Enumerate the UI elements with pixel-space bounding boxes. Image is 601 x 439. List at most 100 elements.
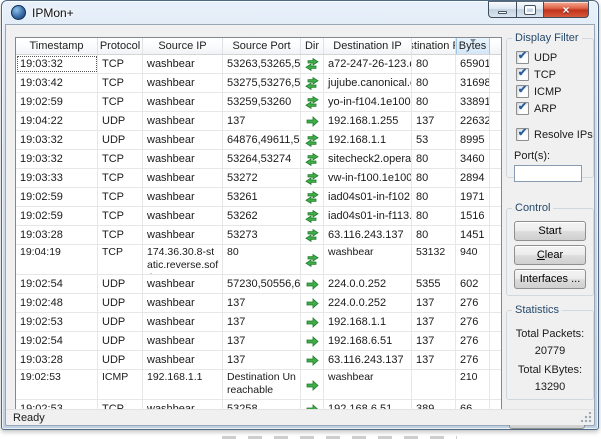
- cell-src[interactable]: washbear: [143, 332, 223, 350]
- dir-bidirectional-icon[interactable]: [301, 226, 324, 244]
- cell-src[interactable]: washbear: [143, 93, 223, 111]
- cell-sport[interactable]: 137: [223, 294, 301, 312]
- cell-dst[interactable]: 192.168.1.1: [324, 131, 412, 149]
- cell-proto[interactable]: UDP: [98, 112, 143, 130]
- cell-dport[interactable]: 137: [412, 313, 456, 331]
- dir-outbound-icon[interactable]: [301, 370, 324, 399]
- cell-ts[interactable]: 19:02:54: [16, 275, 98, 293]
- cell-sport[interactable]: 137: [223, 313, 301, 331]
- dir-bidirectional-icon[interactable]: [301, 169, 324, 187]
- column-header-bytes[interactable]: Bytes: [456, 38, 490, 54]
- cell-bytes[interactable]: 316982: [456, 74, 490, 92]
- checkbox-tcp[interactable]: ✔ TCP: [516, 68, 593, 81]
- cell-dport[interactable]: 80: [412, 150, 456, 168]
- table-row[interactable]: 19:02:53 ICMP 192.168.1.1 Destination Unrea…: [16, 370, 501, 400]
- column-header-proto[interactable]: Protocol: [98, 38, 143, 54]
- dir-bidirectional-icon[interactable]: [301, 93, 324, 111]
- checkbox-resolve-ips[interactable]: ✔ Resolve IPs: [516, 128, 593, 141]
- table-row[interactable]: 19:03:32TCPwashbear53263,53265,53266... a…: [16, 55, 501, 74]
- checkbox-icmp[interactable]: ✔ ICMP: [516, 85, 593, 98]
- packet-table[interactable]: Timestamp Protocol Source IP Source Port Dir…: [15, 37, 502, 420]
- table-row[interactable]: 19:03:28 TCP washbear 53273 63.116.243.137 80…: [16, 226, 501, 245]
- cell-dport[interactable]: 137: [412, 351, 456, 369]
- cell-dport[interactable]: 80: [412, 93, 456, 111]
- cell-dst[interactable]: washbear: [324, 245, 412, 274]
- table-row[interactable]: 19:03:32UDPwashbear64876,49611,59694... 1…: [16, 131, 501, 150]
- cell-bytes[interactable]: 1971: [456, 188, 490, 206]
- table-row[interactable]: 19:04:22 UDP washbear 137 192.168.1.255 137 22…: [16, 112, 501, 131]
- cell-bytes[interactable]: 210: [456, 370, 490, 399]
- cell-proto[interactable]: UDP: [98, 351, 143, 369]
- interfaces-button[interactable]: Interfaces ...: [514, 269, 586, 289]
- table-row[interactable]: 19:03:33 TCP washbear 53272 vw-in-f100.1e100…: [16, 169, 501, 188]
- checkbox-udp[interactable]: ✔ UDP: [516, 51, 593, 64]
- cell-dport[interactable]: 137: [412, 294, 456, 312]
- checkbox-arp[interactable]: ✔ ARP: [516, 102, 593, 115]
- dir-outbound-icon[interactable]: [301, 313, 324, 331]
- dir-outbound-icon[interactable]: [301, 294, 324, 312]
- cell-dport[interactable]: 80: [412, 74, 456, 92]
- dir-bidirectional-icon[interactable]: [301, 245, 324, 274]
- table-row[interactable]: 19:02:48 UDP washbear 137 224.0.0.252 137 276: [16, 294, 501, 313]
- cell-dport[interactable]: 80: [412, 226, 456, 244]
- ports-input[interactable]: [514, 165, 582, 182]
- cell-dst[interactable]: sitecheck2.opera.com: [324, 150, 412, 168]
- cell-bytes[interactable]: 602: [456, 275, 490, 293]
- cell-ts[interactable]: 19:03:28: [16, 226, 98, 244]
- cell-sport[interactable]: 53275,53276,53277...: [223, 74, 301, 92]
- column-header-dport[interactable]: Destination Port: [412, 38, 456, 54]
- cell-src[interactable]: 192.168.1.1: [143, 370, 223, 399]
- cell-src[interactable]: washbear: [143, 313, 223, 331]
- cell-dst[interactable]: iad04s01-in-f102.1e100.net: [324, 188, 412, 206]
- minimize-button[interactable]: [488, 1, 517, 18]
- cell-proto[interactable]: TCP: [98, 93, 143, 111]
- cell-proto[interactable]: UDP: [98, 275, 143, 293]
- maximize-button[interactable]: [517, 1, 544, 18]
- cell-dst[interactable]: 192.168.1.1: [324, 313, 412, 331]
- cell-dport[interactable]: 80: [412, 55, 456, 73]
- cell-src[interactable]: washbear: [143, 74, 223, 92]
- cell-sport[interactable]: 53264,53274: [223, 150, 301, 168]
- cell-ts[interactable]: 19:03:32: [16, 131, 98, 149]
- table-row[interactable]: 19:02:53 UDP washbear 137 192.168.1.1 137 276: [16, 313, 501, 332]
- cell-sport[interactable]: 137: [223, 112, 301, 130]
- cell-src[interactable]: washbear: [143, 351, 223, 369]
- cell-dst[interactable]: 224.0.0.252: [324, 294, 412, 312]
- cell-bytes[interactable]: 22632: [456, 112, 490, 130]
- cell-sport[interactable]: 137: [223, 332, 301, 350]
- dir-bidirectional-icon[interactable]: [301, 74, 324, 92]
- cell-src[interactable]: washbear: [143, 150, 223, 168]
- cell-ts[interactable]: 19:02:59: [16, 188, 98, 206]
- cell-sport[interactable]: 53272: [223, 169, 301, 187]
- cell-src[interactable]: washbear: [143, 275, 223, 293]
- cell-proto[interactable]: UDP: [98, 313, 143, 331]
- cell-dst[interactable]: a72-247-26-123.deploy.akam...: [324, 55, 412, 73]
- cell-dst[interactable]: iad04s01-in-f113.1e100.net: [324, 207, 412, 225]
- cell-src[interactable]: washbear: [143, 112, 223, 130]
- cell-ts[interactable]: 19:03:33: [16, 169, 98, 187]
- cell-sport[interactable]: 53263,53265,53266...: [223, 55, 301, 73]
- dir-outbound-icon[interactable]: [301, 112, 324, 130]
- column-header-src[interactable]: Source IP: [143, 38, 223, 54]
- cell-dst[interactable]: 224.0.0.252: [324, 275, 412, 293]
- cell-bytes[interactable]: 3460: [456, 150, 490, 168]
- cell-dport[interactable]: 53: [412, 131, 456, 149]
- table-row[interactable]: 19:03:32 TCP washbear 53264,53274 sitecheck2…: [16, 150, 501, 169]
- column-header-ts[interactable]: Timestamp: [16, 38, 98, 54]
- cell-ts[interactable]: 19:02:54: [16, 332, 98, 350]
- title-bar[interactable]: IPMon+ ×: [2, 1, 598, 24]
- table-row[interactable]: 19:03:42TCPwashbear53275,53276,53277... j…: [16, 74, 501, 93]
- cell-ts[interactable]: 19:03:32: [16, 55, 98, 73]
- cell-bytes[interactable]: 940: [456, 245, 490, 274]
- dir-bidirectional-icon[interactable]: [301, 188, 324, 206]
- cell-sport[interactable]: 53262: [223, 207, 301, 225]
- column-header-dir[interactable]: Dir: [301, 38, 324, 54]
- dir-outbound-icon[interactable]: [301, 275, 324, 293]
- column-header-sport[interactable]: Source Port: [223, 38, 301, 54]
- cell-bytes[interactable]: 276: [456, 332, 490, 350]
- dir-outbound-icon[interactable]: [301, 351, 324, 369]
- cell-src[interactable]: 174.36.30.8-static.reverse.softl...: [143, 245, 223, 274]
- cell-src[interactable]: washbear: [143, 131, 223, 149]
- cell-dst[interactable]: vw-in-f100.1e100.net: [324, 169, 412, 187]
- cell-dst[interactable]: washbear: [324, 370, 412, 399]
